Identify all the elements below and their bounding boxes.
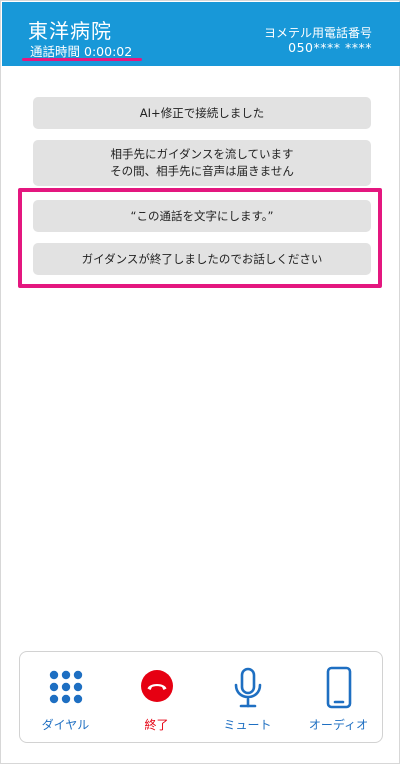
service-phone-number: 050**** **** — [288, 40, 372, 55]
status-message-text: AI+修正で接続しました — [139, 105, 265, 120]
smartphone-icon — [326, 666, 351, 709]
status-message-connected: AI+修正で接続しました — [33, 97, 371, 129]
hang-up-icon — [140, 670, 173, 702]
status-message-text-line2: その間、相手先に音声は届きません — [110, 164, 294, 178]
call-screen: 東洋病院 通話時間 0:00:02 ヨメテル用電話番号 050**** **** … — [0, 0, 400, 764]
mute-button-label: ミュート — [223, 718, 272, 732]
mute-button[interactable]: ミュート — [202, 652, 293, 742]
audio-button[interactable]: オーディオ — [293, 652, 384, 742]
timer-highlight-underline — [22, 58, 142, 61]
end-call-button[interactable]: 終了 — [111, 652, 202, 742]
call-timer-value: 0:00:02 — [84, 44, 133, 59]
end-call-button-label: 終了 — [144, 718, 169, 732]
call-header: 東洋病院 通話時間 0:00:02 ヨメテル用電話番号 050**** **** — [2, 2, 400, 66]
callee-name: 東洋病院 — [28, 19, 112, 43]
dial-button[interactable]: ダイヤル — [20, 652, 111, 742]
call-timer-label: 通話時間 — [30, 44, 81, 59]
service-name: ヨメテル用電話番号 — [263, 26, 372, 40]
audio-button-label: オーディオ — [308, 718, 369, 732]
microphone-icon — [234, 667, 261, 708]
keypad-icon — [49, 670, 82, 704]
highlight-box — [18, 188, 382, 288]
status-message-guidance: 相手先にガイダンスを流しています その間、相手先に音声は届きません — [33, 140, 371, 186]
call-control-bar: ダイヤル 終了 ミュート オーディオ — [19, 651, 383, 743]
dial-button-label: ダイヤル — [41, 718, 90, 732]
status-message-text-line1: 相手先にガイダンスを流しています — [110, 147, 294, 161]
